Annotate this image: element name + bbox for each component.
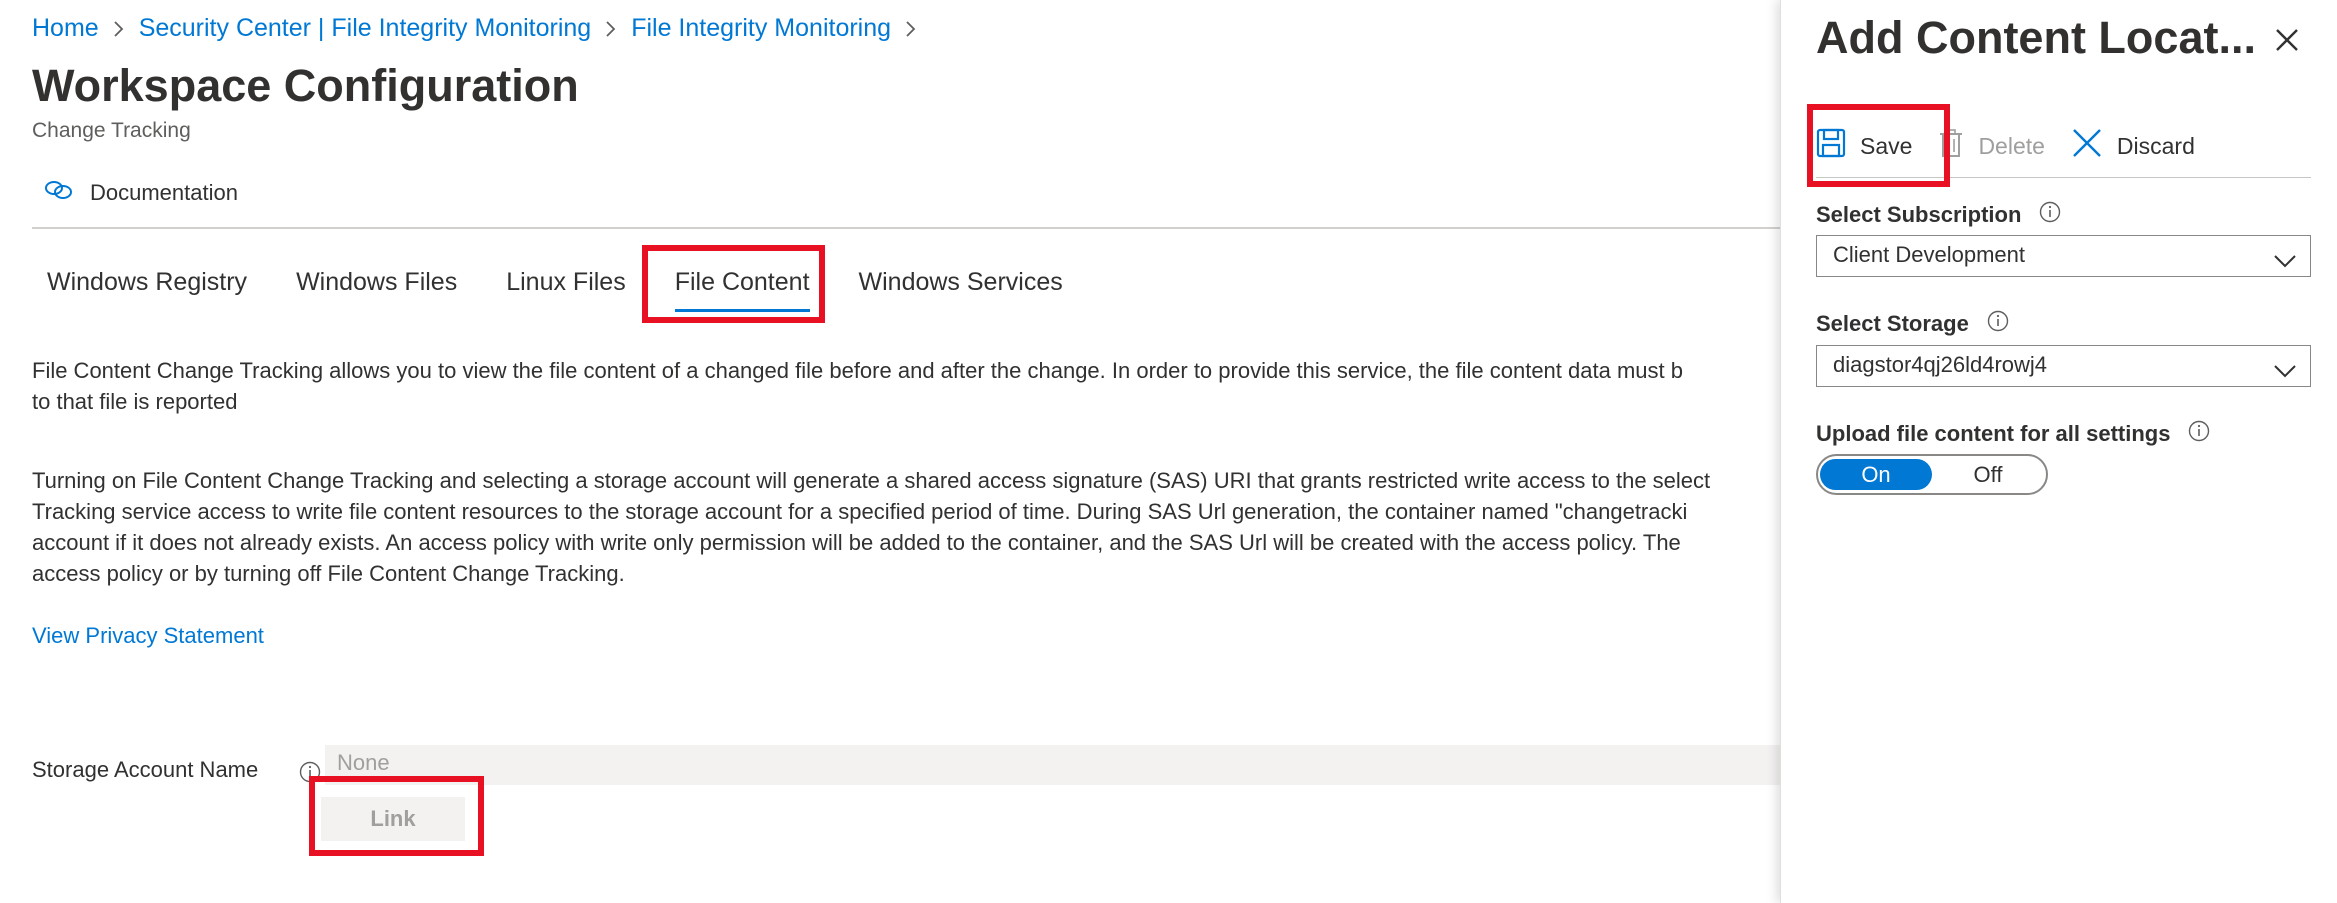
link-icon bbox=[44, 180, 74, 206]
description-paragraph-2: Turning on File Content Change Tracking … bbox=[32, 465, 1780, 589]
text-line: to that file is reported bbox=[32, 389, 238, 414]
add-content-location-panel: Add Content Locat... Save Delete Discard… bbox=[1780, 0, 2337, 903]
subscription-dropdown[interactable]: Client Development bbox=[1816, 235, 2311, 277]
chevron-right-icon bbox=[113, 20, 125, 38]
chevron-down-icon bbox=[2274, 248, 2296, 274]
page-subtitle: Change Tracking bbox=[32, 119, 191, 142]
breadcrumb-security-center[interactable]: Security Center | File Integrity Monitor… bbox=[139, 14, 592, 43]
tab-linux-files[interactable]: Linux Files bbox=[491, 264, 641, 312]
storage-dropdown[interactable]: diagstor4qj26ld4rowj4 bbox=[1816, 345, 2311, 387]
upload-file-content-label: Upload file content for all settings bbox=[1816, 420, 2210, 448]
chevron-down-icon bbox=[2274, 358, 2296, 384]
tab-windows-services[interactable]: Windows Services bbox=[844, 264, 1078, 312]
documentation-label: Documentation bbox=[90, 180, 238, 205]
select-subscription-label: Select Subscription bbox=[1816, 201, 2061, 229]
storage-value: diagstor4qj26ld4rowj4 bbox=[1833, 352, 2048, 377]
select-subscription-text: Select Subscription bbox=[1816, 202, 2022, 227]
toggle-off-option[interactable]: Off bbox=[1932, 459, 2044, 490]
breadcrumb-home[interactable]: Home bbox=[32, 14, 99, 43]
delete-label: Delete bbox=[1978, 132, 2045, 159]
close-icon[interactable] bbox=[2269, 22, 2305, 58]
highlight-box-file-content-tab bbox=[642, 245, 825, 323]
text-line: Turning on File Content Change Tracking … bbox=[32, 468, 1711, 493]
tab-windows-files[interactable]: Windows Files bbox=[281, 264, 472, 312]
discard-button[interactable]: Discard bbox=[2071, 127, 2195, 165]
tab-bar: Windows Registry Windows Files Linux Fil… bbox=[32, 264, 1097, 314]
text-line: access policy or by turning off File Con… bbox=[32, 561, 625, 586]
breadcrumb-file-integrity-monitoring[interactable]: File Integrity Monitoring bbox=[631, 14, 891, 43]
text-line: File Content Change Tracking allows you … bbox=[32, 358, 1683, 383]
storage-account-name-field: None bbox=[325, 745, 1780, 785]
chevron-right-icon bbox=[905, 20, 917, 38]
info-icon[interactable] bbox=[2039, 201, 2061, 229]
discard-x-icon bbox=[2071, 127, 2103, 165]
upload-toggle: On Off bbox=[1816, 454, 2048, 495]
view-privacy-statement-link[interactable]: View Privacy Statement bbox=[32, 623, 264, 649]
select-storage-label: Select Storage bbox=[1816, 310, 2009, 338]
text-line: Tracking service access to write file co… bbox=[32, 499, 1688, 524]
info-icon[interactable] bbox=[2188, 420, 2210, 448]
divider bbox=[32, 227, 1780, 229]
highlight-box-link-button bbox=[309, 776, 484, 856]
toggle-on-option[interactable]: On bbox=[1820, 459, 1932, 490]
breadcrumb: Home Security Center | File Integrity Mo… bbox=[32, 14, 931, 43]
page-title: Workspace Configuration bbox=[32, 60, 579, 111]
upload-file-content-text: Upload file content for all settings bbox=[1816, 421, 2171, 446]
documentation-link[interactable]: Documentation bbox=[44, 180, 238, 206]
panel-title: Add Content Locat... bbox=[1816, 12, 2256, 63]
storage-account-name-label: Storage Account Name bbox=[32, 757, 259, 782]
subscription-value: Client Development bbox=[1833, 242, 2025, 267]
description-paragraph-1: File Content Change Tracking allows you … bbox=[32, 355, 1780, 417]
select-storage-text: Select Storage bbox=[1816, 311, 1969, 336]
discard-label: Discard bbox=[2116, 132, 2195, 159]
tab-windows-registry[interactable]: Windows Registry bbox=[32, 264, 262, 312]
chevron-right-icon bbox=[605, 20, 617, 38]
info-icon[interactable] bbox=[1987, 310, 2009, 338]
highlight-box-save-button bbox=[1807, 104, 1950, 187]
delete-button[interactable]: Delete bbox=[1938, 128, 2045, 164]
text-line: account if it does not already exists. A… bbox=[32, 530, 1681, 555]
